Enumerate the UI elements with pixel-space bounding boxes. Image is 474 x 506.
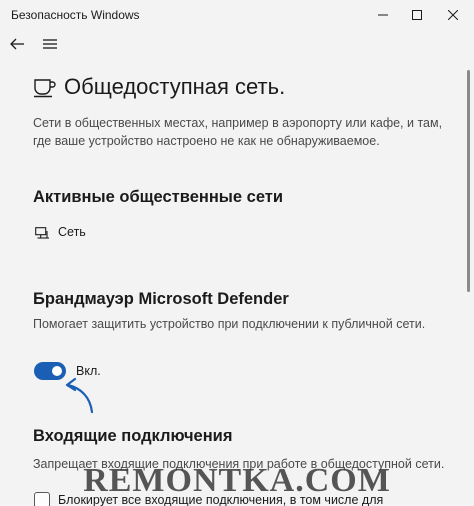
firewall-heading: Брандмауэр Microsoft Defender xyxy=(33,290,289,308)
maximize-icon xyxy=(412,10,422,20)
monitor-network-icon xyxy=(35,227,49,239)
back-button[interactable] xyxy=(6,32,30,56)
incoming-description: Запрещает входящие подключения при работ… xyxy=(33,457,445,471)
incoming-connections-heading: Входящие подключения xyxy=(33,427,233,445)
title-bar: Безопасность Windows xyxy=(0,0,474,30)
pointer-arrow-icon xyxy=(65,377,94,414)
app-title: Безопасность Windows xyxy=(11,8,140,22)
scrollbar-thumb[interactable] xyxy=(467,70,470,292)
network-name: Сеть xyxy=(58,225,86,239)
page-title: Общедоступная сеть. xyxy=(64,74,286,99)
menu-button[interactable] xyxy=(38,32,62,56)
close-icon xyxy=(448,10,458,20)
scrollbar[interactable] xyxy=(467,64,470,506)
arrow-left-icon xyxy=(10,38,24,50)
coffee-cup-icon xyxy=(34,79,56,98)
firewall-description: Помогает защитить устройство при подключ… xyxy=(33,317,426,331)
security-window: Безопасность Windows Общедоступная сеть. xyxy=(0,0,474,506)
page-description: Сети в общественных местах, например в а… xyxy=(33,116,443,148)
minimize-icon xyxy=(378,14,388,16)
active-networks-heading: Активные общественные сети xyxy=(33,188,284,206)
block-incoming-checkbox[interactable] xyxy=(34,492,50,506)
hamburger-icon xyxy=(43,39,57,49)
block-incoming-label: Блокирует все входящие подключения, в то… xyxy=(58,493,384,506)
close-button[interactable] xyxy=(432,0,474,30)
